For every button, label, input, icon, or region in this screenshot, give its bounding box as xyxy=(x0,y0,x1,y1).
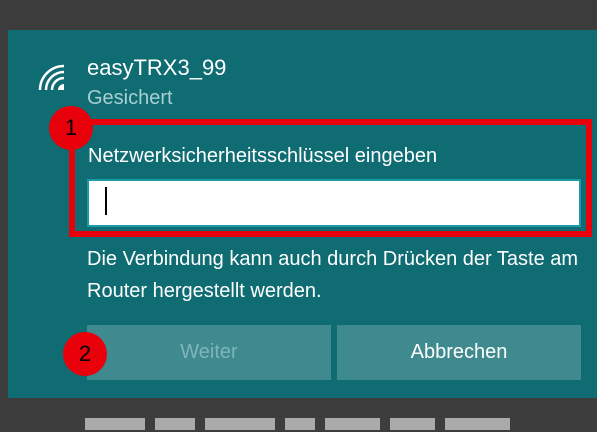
background-top xyxy=(0,0,597,30)
step-badge-1: 1 xyxy=(49,106,93,150)
blurred-taskbar xyxy=(0,418,597,432)
wifi-icon xyxy=(38,64,65,91)
network-name: easyTRX3_99 xyxy=(87,55,227,80)
step-badge-2: 2 xyxy=(63,332,107,376)
security-key-label: Netzwerksicherheitsschlüssel eingeben xyxy=(88,145,438,167)
wifi-connect-panel: easyTRX3_99 Gesichert Netzwerksicherheit… xyxy=(8,30,597,398)
cancel-button[interactable]: Abbrechen xyxy=(337,325,581,380)
text-caret xyxy=(105,187,107,215)
security-key-input[interactable] xyxy=(87,179,581,227)
hint-text: Die Verbindung kann auch durch Drücken d… xyxy=(87,248,579,302)
network-status: Gesichert xyxy=(87,87,173,109)
next-button[interactable]: Weiter xyxy=(87,325,331,380)
